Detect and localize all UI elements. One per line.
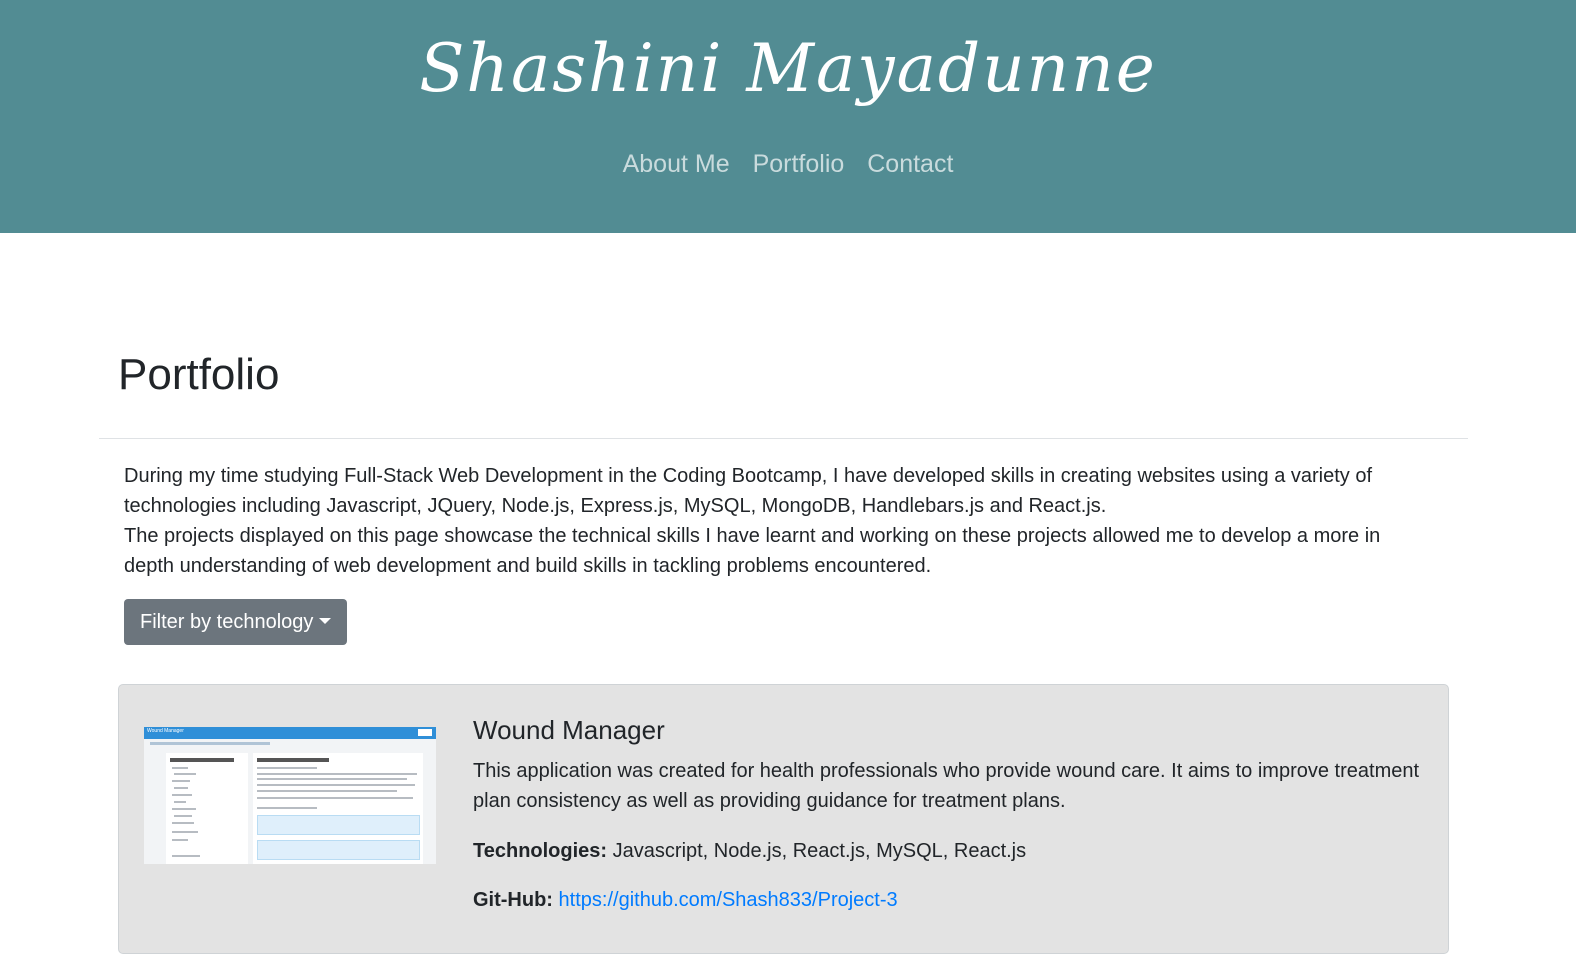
site-brand[interactable]: Shashini Mayadunne xyxy=(0,30,1576,107)
project-github: Git-Hub: https://github.com/Shash833/Pro… xyxy=(473,885,898,915)
screenshot-line xyxy=(172,780,190,782)
screenshot-left-heading xyxy=(170,758,234,762)
screenshot-recommendation-box xyxy=(257,840,420,860)
page-title: Portfolio xyxy=(118,350,280,399)
main-nav: About Me Portfolio Contact xyxy=(0,150,1576,179)
screenshot-right-heading xyxy=(257,758,329,762)
screenshot-line xyxy=(174,801,186,803)
github-label: Git-Hub: xyxy=(473,889,553,911)
project-technologies: Technologies: Javascript, Node.js, React… xyxy=(473,836,1026,866)
screenshot-line xyxy=(174,787,188,789)
screenshot-line xyxy=(257,790,397,792)
screenshot-app-bar: Wound Manager xyxy=(144,727,436,739)
screenshot-line xyxy=(172,822,194,824)
screenshot-line xyxy=(257,784,415,786)
screenshot-line xyxy=(172,831,198,833)
screenshot-line xyxy=(172,808,196,810)
project-screenshot[interactable]: Wound Manager xyxy=(144,727,436,864)
technologies-label: Technologies: xyxy=(473,840,608,862)
title-divider xyxy=(99,438,1468,439)
screenshot-line xyxy=(174,815,192,817)
intro-paragraph: The projects displayed on this page show… xyxy=(124,525,1381,577)
github-link[interactable]: https://github.com/Shash833/Project-3 xyxy=(559,889,898,911)
screenshot-breadcrumb xyxy=(150,742,270,745)
screenshot-line xyxy=(257,778,407,780)
intro-paragraph: During my time studying Full-Stack Web D… xyxy=(124,465,1373,517)
filter-button-label: Filter by technology xyxy=(140,610,314,633)
filter-by-technology-button[interactable]: Filter by technology xyxy=(124,599,347,645)
screenshot-line xyxy=(257,797,413,799)
screenshot-app-title: Wound Manager xyxy=(147,728,184,734)
caret-down-icon xyxy=(319,617,332,624)
screenshot-recommendation-box xyxy=(257,815,420,835)
nav-link-contact[interactable]: Contact xyxy=(867,150,953,178)
nav-link-portfolio[interactable]: Portfolio xyxy=(753,150,845,178)
screenshot-line xyxy=(174,773,196,775)
project-description: This application was created for health … xyxy=(473,760,1420,812)
screenshot-line xyxy=(257,807,317,809)
screenshot-line xyxy=(172,855,200,857)
intro-text: During my time studying Full-Stack Web D… xyxy=(124,461,1384,581)
screenshot-line xyxy=(172,767,188,769)
project-title: Wound Manager xyxy=(473,715,665,745)
screenshot-logout-button xyxy=(418,729,432,736)
nav-link-about-me[interactable]: About Me xyxy=(623,150,730,178)
screenshot-line xyxy=(172,839,188,841)
screenshot-line xyxy=(257,773,417,775)
technologies-value: Javascript, Node.js, React.js, MySQL, Re… xyxy=(612,840,1027,862)
site-header: Shashini Mayadunne About Me Portfolio Co… xyxy=(0,0,1576,233)
screenshot-line xyxy=(257,767,317,769)
screenshot-line xyxy=(172,794,192,796)
